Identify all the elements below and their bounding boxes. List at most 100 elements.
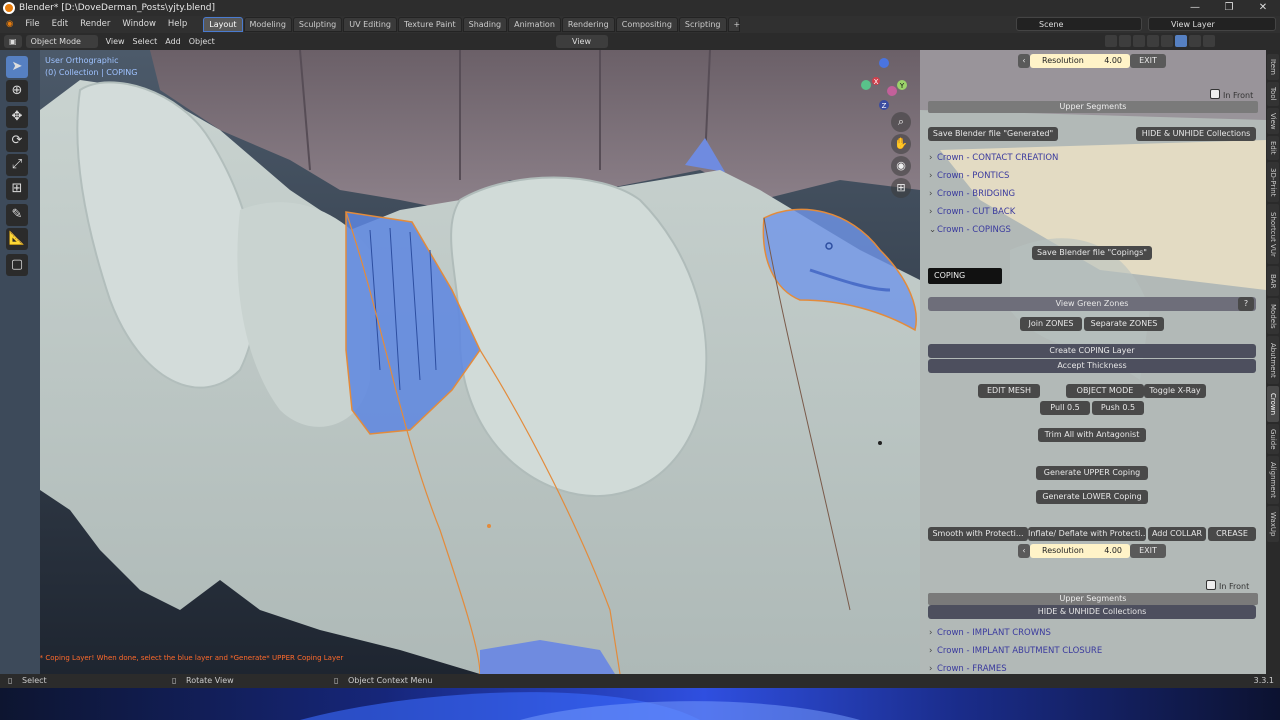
crown-implant-abutment-row[interactable]: Crown - IMPLANT ABUTMENT CLOSURE: [928, 644, 1258, 659]
upper-segments2-header[interactable]: Upper Segments: [928, 593, 1258, 605]
overlay-icon[interactable]: [1105, 35, 1117, 47]
accept-thickness-button[interactable]: Accept Thickness: [928, 359, 1256, 373]
trim-antagonist-button[interactable]: Trim All with Antagonist: [1038, 428, 1146, 442]
tab-compositing[interactable]: Compositing: [615, 17, 678, 32]
select-tool-icon[interactable]: ➤: [6, 56, 28, 78]
visibility-icon[interactable]: [1133, 35, 1145, 47]
cursor-tool-icon[interactable]: ⊕: [6, 80, 28, 102]
hide-unhide-collections-button[interactable]: HIDE & UNHIDE Collections: [1136, 127, 1256, 141]
edit-mesh-button[interactable]: EDIT MESH: [978, 384, 1040, 398]
crown-contact-creation-row[interactable]: Crown - CONTACT CREATION: [928, 151, 1258, 166]
tab-layout[interactable]: Layout: [203, 17, 243, 32]
save-copings-button[interactable]: Save Blender file "Copings": [1032, 246, 1152, 260]
crown-frames-row[interactable]: Crown - FRAMES: [928, 662, 1258, 674]
mode-selector[interactable]: Object Mode: [25, 35, 98, 48]
maximize-button[interactable]: ❐: [1212, 0, 1246, 16]
exit-button[interactable]: EXIT: [1130, 54, 1166, 68]
resolution2-left-arrow[interactable]: ‹: [1018, 544, 1030, 558]
pull-button[interactable]: Pull 0.5: [1040, 401, 1090, 415]
tab-shortcut[interactable]: Shortcut VUr: [1267, 204, 1279, 264]
tab-item[interactable]: Item: [1267, 54, 1279, 80]
close-button[interactable]: ✕: [1246, 0, 1280, 16]
resolution2-field[interactable]: Resolution 4.00: [1030, 544, 1130, 558]
generate-upper-coping-button[interactable]: Generate UPPER Coping: [1036, 466, 1148, 480]
help-icon[interactable]: ?: [1238, 297, 1254, 311]
tab-bar[interactable]: BAR: [1267, 266, 1279, 296]
pan-hand-icon[interactable]: ✋: [891, 134, 911, 154]
material-shading-icon[interactable]: [1189, 35, 1201, 47]
view-layer-selector[interactable]: View Layer: [1148, 17, 1276, 31]
transform-tool-icon[interactable]: ⊞: [6, 178, 28, 200]
toggle-xray-button[interactable]: Toggle X-Ray: [1144, 384, 1206, 398]
navigation-gizmo[interactable]: X Y Z: [860, 55, 915, 115]
resolution-left-arrow[interactable]: ‹: [1018, 54, 1030, 68]
tab-waxup[interactable]: WaxUp: [1267, 506, 1279, 542]
tab-rendering[interactable]: Rendering: [561, 17, 615, 32]
tab-crown[interactable]: Crown: [1267, 386, 1279, 422]
tab-scripting[interactable]: Scripting: [678, 17, 727, 32]
blender-menu-icon[interactable]: ◉: [0, 16, 19, 33]
menu-window[interactable]: Window: [116, 16, 162, 33]
create-coping-layer-button[interactable]: Create COPING Layer: [928, 344, 1256, 358]
tab-view[interactable]: View: [1267, 108, 1279, 134]
crown-cut-back-row[interactable]: Crown - CUT BACK: [928, 205, 1258, 220]
rendered-shading-icon[interactable]: [1203, 35, 1215, 47]
hide-unhide-collections2-button[interactable]: HIDE & UNHIDE Collections: [928, 605, 1256, 619]
wireframe-shading-icon[interactable]: [1161, 35, 1173, 47]
inflate-deflate-button[interactable]: Inflate/ Deflate with Protecti...: [1028, 527, 1146, 541]
crown-copings-row[interactable]: Crown - COPINGS: [928, 223, 1258, 238]
resolution-field[interactable]: Resolution 4.00: [1030, 54, 1130, 68]
tab-uv-editing[interactable]: UV Editing: [343, 17, 397, 32]
move-tool-icon[interactable]: ✥: [6, 106, 28, 128]
add-workspace-button[interactable]: +: [727, 17, 740, 32]
tab-alignment[interactable]: Alignment: [1267, 456, 1279, 504]
ortho-grid-icon[interactable]: ⊞: [891, 178, 911, 198]
camera-icon[interactable]: ◉: [891, 156, 911, 176]
header-menu-add[interactable]: Add: [165, 37, 181, 46]
tab-modeling[interactable]: Modeling: [243, 17, 292, 32]
generate-lower-coping-button[interactable]: Generate LOWER Coping: [1036, 490, 1148, 504]
tab-sculpting[interactable]: Sculpting: [292, 17, 343, 32]
tab-abutment[interactable]: Abutment: [1267, 336, 1279, 384]
menu-edit[interactable]: Edit: [46, 16, 74, 33]
separate-zones-button[interactable]: Separate ZONES: [1084, 317, 1164, 331]
tab-edit[interactable]: Edit: [1267, 136, 1279, 160]
crown-pontics-row[interactable]: Crown - PONTICS: [928, 169, 1258, 184]
menu-help[interactable]: Help: [162, 16, 193, 33]
menu-render[interactable]: Render: [74, 16, 116, 33]
tab-animation[interactable]: Animation: [508, 17, 561, 32]
crown-bridging-row[interactable]: Crown - BRIDGING: [928, 187, 1258, 202]
rotate-tool-icon[interactable]: ⟳: [6, 130, 28, 152]
menu-file[interactable]: File: [19, 16, 45, 33]
scene-selector[interactable]: Scene: [1016, 17, 1142, 31]
upper-segments-header[interactable]: Upper Segments: [928, 101, 1258, 113]
tab-3d-print[interactable]: 3D-Print: [1267, 162, 1279, 202]
3d-viewport[interactable]: User Orthographic (0) Collection | COPIN…: [40, 50, 920, 674]
solid-shading-icon[interactable]: [1175, 35, 1187, 47]
transform-orientation-dropdown[interactable]: View: [556, 35, 608, 48]
exit2-button[interactable]: EXIT: [1130, 544, 1166, 558]
scale-tool-icon[interactable]: ⤢: [6, 154, 28, 176]
add-collar-button[interactable]: Add COLLAR: [1148, 527, 1206, 541]
xray-icon[interactable]: [1147, 35, 1159, 47]
save-generated-button[interactable]: Save Blender file "Generated": [928, 127, 1058, 141]
editor-type-button[interactable]: ▣: [4, 35, 22, 48]
crease-button[interactable]: CREASE: [1208, 527, 1256, 541]
minimize-button[interactable]: —: [1178, 0, 1212, 16]
view-green-zones-button[interactable]: View Green Zones: [928, 297, 1256, 311]
header-menu-select[interactable]: Select: [133, 37, 158, 46]
measure-tool-icon[interactable]: 📐: [6, 228, 28, 250]
push-button[interactable]: Push 0.5: [1092, 401, 1144, 415]
tab-texture-paint[interactable]: Texture Paint: [397, 17, 462, 32]
smooth-protection-button[interactable]: Smooth with Protecti...: [928, 527, 1028, 541]
tab-models[interactable]: Models: [1267, 298, 1279, 334]
in-front-checkbox[interactable]: In Front: [1210, 89, 1253, 100]
header-menu-object[interactable]: Object: [189, 37, 215, 46]
header-menu-view[interactable]: View: [106, 37, 125, 46]
zoom-icon[interactable]: ⌕: [891, 112, 911, 132]
add-cube-tool-icon[interactable]: ▢: [6, 254, 28, 276]
in-front2-checkbox[interactable]: In Front: [1206, 580, 1249, 591]
object-mode-button[interactable]: OBJECT MODE: [1066, 384, 1144, 398]
tab-tool[interactable]: Tool: [1267, 82, 1279, 106]
join-zones-button[interactable]: Join ZONES: [1020, 317, 1082, 331]
